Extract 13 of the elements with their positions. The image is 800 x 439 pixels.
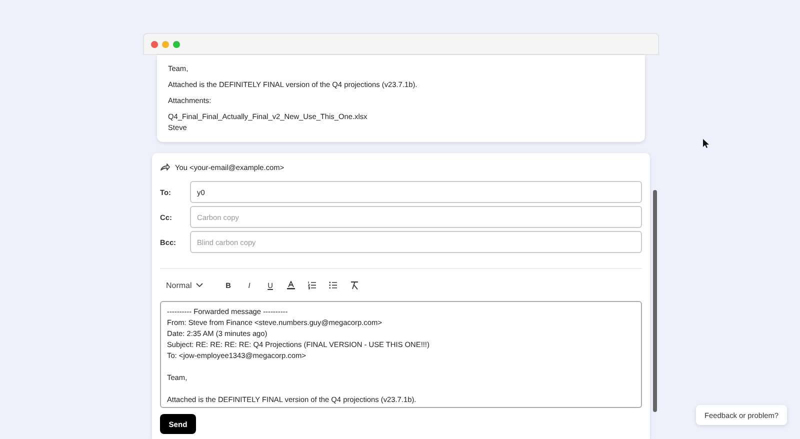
text-style-dropdown[interactable]: Normal [166,280,203,290]
numbered-list-icon[interactable] [308,280,316,290]
bullet-list-icon[interactable] [329,280,338,290]
clear-formatting-icon[interactable] [350,280,358,290]
chevron-down-icon [196,283,203,287]
scrollbar-thumb[interactable] [653,190,657,412]
window-control-dot[interactable] [162,40,169,48]
window-control-dot[interactable] [151,40,158,48]
forward-arrow-icon [160,163,170,171]
window-control-dot[interactable] [173,40,180,48]
text-color-icon[interactable] [287,280,296,290]
message-editor[interactable] [160,301,642,408]
mouse-cursor-icon [703,139,709,148]
